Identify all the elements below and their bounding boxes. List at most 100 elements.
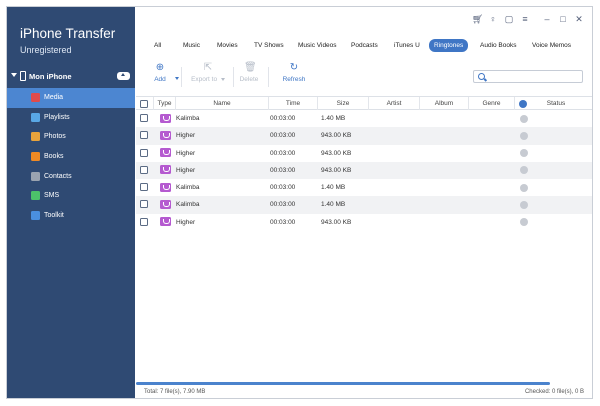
registration-status[interactable]: Unregistered (20, 45, 72, 55)
feedback-icon[interactable]: ▢ (504, 14, 514, 24)
add-button[interactable]: ⊕ Add (147, 63, 179, 91)
row-size: 1.40 MB (321, 115, 346, 122)
search-icon (478, 73, 485, 80)
refresh-label: Refresh (282, 76, 306, 83)
sidebar-item-label: Photos (44, 133, 66, 141)
row-checkbox[interactable] (140, 131, 148, 140)
table-row[interactable]: Higher 00:03:00 943.00 KB (136, 127, 592, 145)
tab-movies[interactable]: Movies (217, 40, 238, 52)
sync-icon (520, 183, 528, 192)
tab-all[interactable]: All (154, 40, 161, 52)
sync-icon (520, 218, 528, 227)
tab-tv-shows[interactable]: TV Shows (254, 40, 284, 52)
row-checkbox[interactable] (140, 183, 148, 192)
row-checkbox[interactable] (140, 165, 148, 174)
row-name: Kalimba (176, 201, 200, 209)
app-window: iPhone Transfer Unregistered Mon iPhone … (6, 6, 593, 399)
row-time: 00:03:00 (270, 201, 296, 209)
add-dropdown-icon[interactable] (175, 77, 179, 80)
ringtone-icon (160, 130, 171, 140)
toolbar-divider (181, 67, 182, 87)
header-size[interactable]: Size (318, 97, 369, 110)
sidebar-item-sms[interactable]: SMS (7, 186, 135, 206)
select-all-cell (136, 97, 154, 110)
row-size: 1.40 MB (321, 184, 346, 192)
row-name: Kalimba (176, 184, 200, 192)
toolkit-icon (31, 211, 40, 221)
sidebar-item-toolkit[interactable]: Toolkit (7, 206, 135, 226)
export-dropdown-icon (220, 78, 225, 81)
header-album[interactable]: Album (420, 97, 469, 110)
maximize-icon[interactable]: □ (558, 14, 568, 24)
header-name[interactable]: Name (176, 97, 269, 110)
header-artist[interactable]: Artist (369, 97, 420, 110)
row-checkbox[interactable] (140, 148, 148, 157)
table-row[interactable]: Higher 00:03:00 943.00 KB (136, 214, 592, 231)
row-size: 943.00 KB (321, 166, 352, 174)
header-type[interactable]: Type (154, 97, 176, 110)
minimize-icon[interactable]: – (542, 14, 552, 24)
delete-button[interactable]: 🗑︎ Delete (237, 63, 261, 91)
tab-audio-books[interactable]: Audio Books (480, 40, 517, 52)
row-time: 00:03:00 (270, 132, 296, 140)
tab-music-videos[interactable]: Music Videos (298, 40, 337, 52)
sync-icon (520, 114, 528, 123)
cart-icon[interactable]: 🛒︎ (472, 14, 483, 24)
select-all-checkbox[interactable] (140, 99, 148, 108)
header-genre[interactable]: Genre (469, 97, 515, 110)
tab-itunes-u[interactable]: iTunes U (394, 40, 420, 52)
tab-podcasts[interactable]: Podcasts (351, 40, 378, 52)
sidebar-nav: Media Playlists Photos Books Contacts SM… (7, 88, 135, 226)
horizontal-scrollbar[interactable] (136, 382, 550, 385)
export-icon: ⇱ (203, 62, 213, 73)
table-row[interactable]: Kalimba 00:03:00 1.40 MB (136, 179, 592, 196)
expand-caret-icon[interactable] (11, 73, 17, 77)
sidebar-item-books[interactable]: Books (7, 147, 135, 167)
tab-music[interactable]: Music (183, 40, 200, 52)
trash-icon: 🗑︎ (244, 62, 257, 73)
ringtone-icon (160, 113, 171, 123)
close-icon[interactable]: ✕ (574, 14, 584, 24)
header-time[interactable]: Time (269, 97, 318, 110)
key-icon[interactable]: ♀ (488, 14, 498, 24)
menu-icon[interactable]: ≡ (520, 14, 530, 24)
search-input[interactable] (488, 72, 580, 81)
sidebar-item-playlists[interactable]: Playlists (7, 108, 135, 128)
row-size: 943.00 KB (321, 149, 352, 157)
row-checkbox[interactable] (140, 114, 148, 122)
device-row[interactable]: Mon iPhone (7, 69, 135, 85)
playlist-icon (31, 112, 40, 122)
header-status[interactable]: Status (531, 97, 581, 110)
table-row[interactable]: Kalimba 00:03:00 1.40 MB (136, 110, 592, 127)
sidebar-item-label: Contacts (44, 172, 72, 180)
row-name: Higher (176, 149, 196, 157)
toolbar: ⊕ Add ⇱ Export to 🗑︎ Delete ↻ Refresh (135, 63, 592, 91)
sidebar-item-contacts[interactable]: Contacts (7, 167, 135, 187)
table-row[interactable]: Higher 00:03:00 943.00 KB (136, 161, 592, 180)
row-size: 1.40 MB (321, 201, 346, 209)
title-bar: 🛒︎ ♀ ▢ ≡ – □ ✕ (135, 7, 592, 32)
refresh-button[interactable]: ↻ Refresh (278, 63, 310, 91)
sidebar-item-label: Toolkit (44, 212, 64, 220)
books-icon (31, 152, 40, 162)
row-name: Higher (176, 166, 196, 174)
eject-icon[interactable] (117, 72, 130, 80)
tab-voice-memos[interactable]: Voice Memos (532, 40, 571, 52)
ringtone-icon (160, 148, 171, 158)
export-button[interactable]: ⇱ Export to (188, 63, 228, 91)
contacts-icon (31, 171, 40, 181)
app-title: iPhone Transfer (20, 26, 116, 41)
row-checkbox[interactable] (140, 200, 148, 209)
table-row[interactable]: Higher 00:03:00 943.00 KB (136, 145, 592, 162)
status-bar: Total: 7 file(s), 7.90 MB Checked: 0 fil… (135, 386, 592, 398)
table-row[interactable]: Kalimba 00:03:00 1.40 MB (136, 196, 592, 214)
row-checkbox[interactable] (140, 217, 148, 226)
toolbar-divider (268, 67, 269, 87)
sidebar-item-media[interactable]: Media (7, 88, 135, 108)
search-box[interactable] (473, 70, 583, 83)
sync-status-icon (519, 99, 527, 108)
row-time: 00:03:00 (270, 166, 296, 174)
sidebar-item-photos[interactable]: Photos (7, 127, 135, 147)
tab-ringtones[interactable]: Ringtones (429, 39, 469, 52)
row-time: 00:03:00 (270, 184, 296, 192)
